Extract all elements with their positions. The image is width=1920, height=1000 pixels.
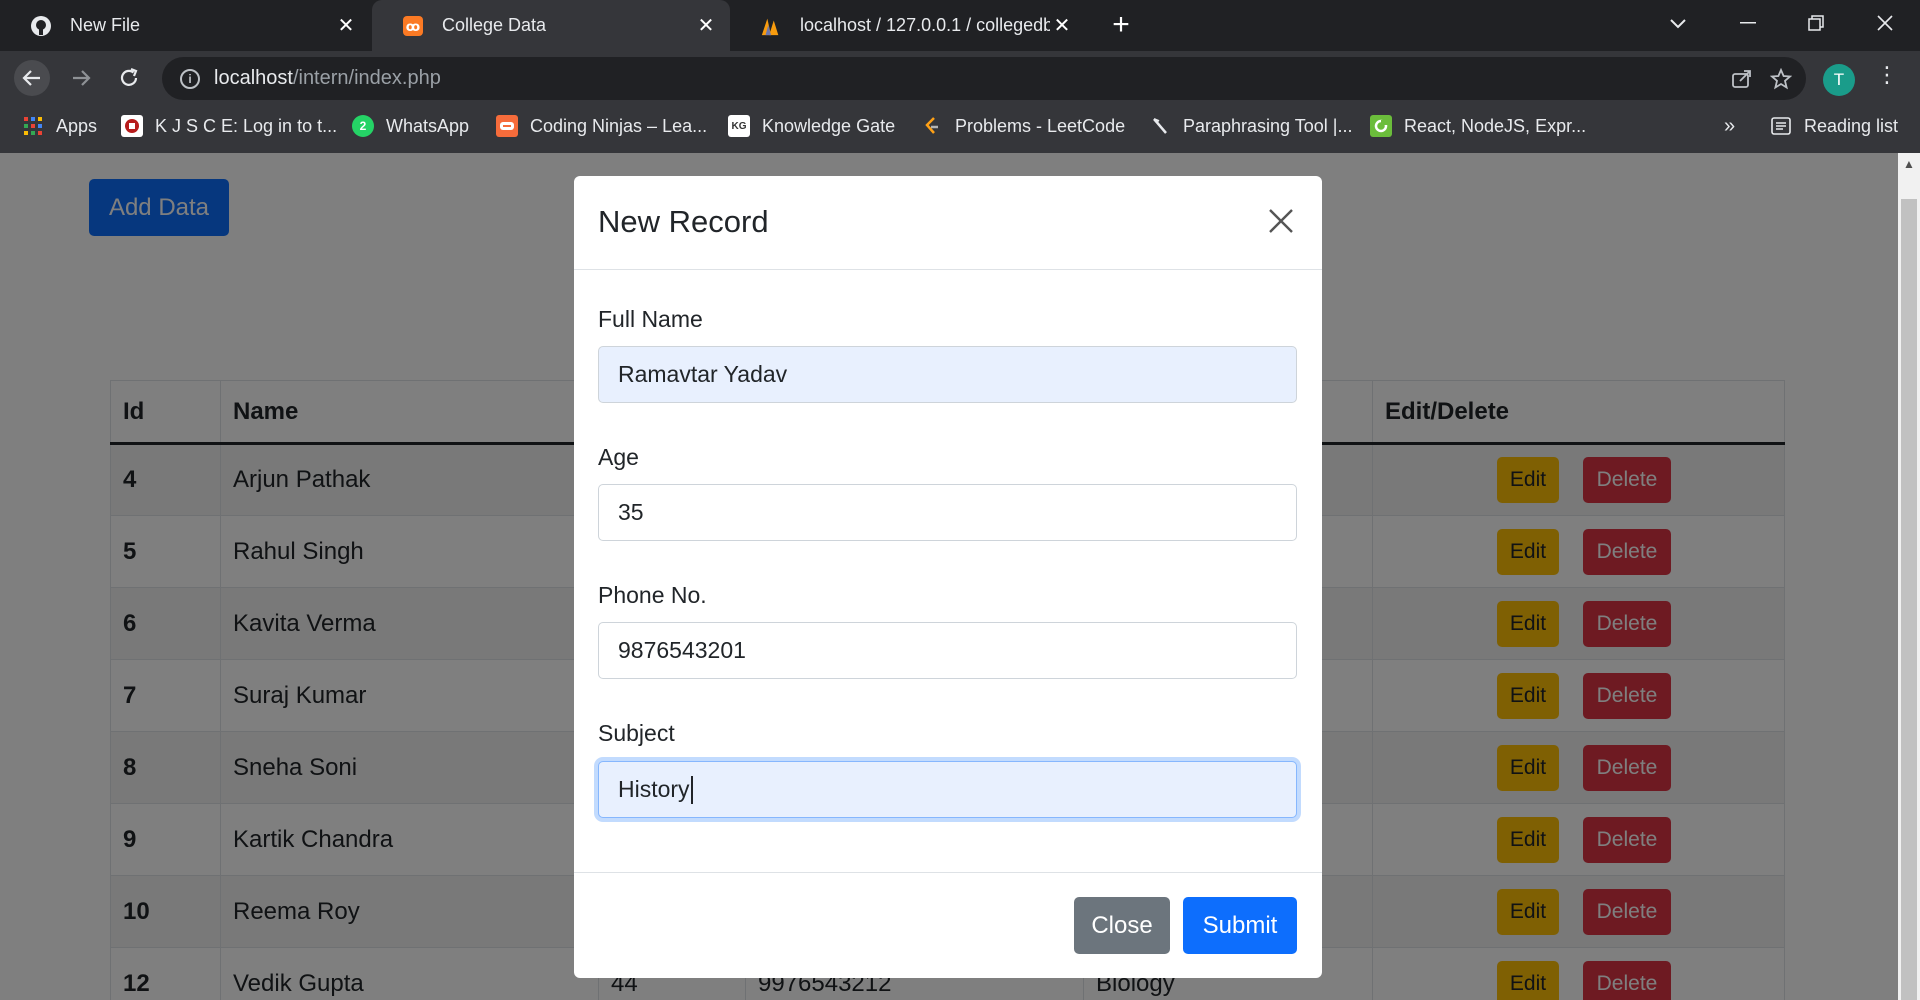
bookmark-label: Knowledge Gate	[762, 115, 896, 136]
tab-title: College Data	[442, 15, 547, 35]
bookmark-whatsapp[interactable]: 2 WhatsApp	[352, 106, 469, 146]
tab-phpmyadmin[interactable]: localhost / 127.0.0.1 / collegedb / ✕	[730, 0, 1086, 51]
xampp-icon: ꝏ	[402, 15, 424, 37]
apps-grid-icon	[22, 115, 44, 137]
bookmark-react-node[interactable]: React, NodeJS, Expr...	[1370, 106, 1586, 146]
bookmark-label: Problems - LeetCode	[955, 115, 1126, 136]
tab-new-file[interactable]: New File ✕	[0, 0, 370, 51]
bookmark-leetcode[interactable]: Problems - LeetCode	[921, 106, 1125, 146]
tab-title: New File	[70, 15, 141, 35]
bookmark-apps[interactable]: Apps	[22, 106, 97, 146]
age-field[interactable]: 35	[598, 484, 1297, 541]
reload-icon[interactable]	[111, 60, 147, 96]
scroll-thumb[interactable]	[1901, 199, 1917, 1000]
full-name-label: Full Name	[598, 306, 703, 332]
quill-icon	[1149, 115, 1171, 137]
close-icon[interactable]	[1264, 204, 1298, 238]
bookmark-paraphrasing-tool[interactable]: Paraphrasing Tool |...	[1149, 106, 1352, 146]
reading-list-label: Reading list	[1804, 115, 1899, 136]
vertical-scrollbar[interactable]: ▲	[1898, 153, 1920, 1000]
close-tab-icon[interactable]: ✕	[334, 14, 358, 38]
browser-tab-strip: New File ✕ ꝏ College Data ✕ localhost / …	[0, 0, 1920, 51]
bookmark-label: WhatsApp	[386, 115, 470, 136]
full-name-field[interactable]: Ramavtar Yadav	[598, 346, 1297, 403]
bookmarks-overflow[interactable]: »	[1724, 106, 1735, 146]
new-record-modal: New Record Full Name Ramavtar Yadav Age …	[574, 176, 1322, 978]
submit-button[interactable]: Submit	[1183, 897, 1297, 954]
text-caret	[690, 775, 693, 804]
modal-footer: Close Submit	[574, 872, 1322, 978]
url-text: localhost/intern/index.php	[214, 67, 441, 90]
close-tab-icon[interactable]: ✕	[694, 14, 718, 38]
close-tab-icon[interactable]: ✕	[1050, 14, 1074, 38]
subject-value: History	[618, 776, 690, 802]
close-button[interactable]: Close	[1074, 897, 1170, 954]
scroll-up-arrow-icon[interactable]: ▲	[1898, 157, 1920, 173]
bookmarks-bar: Apps K J S C E: Log in to t... 2 WhatsAp…	[0, 106, 1920, 153]
knowledge-gate-icon: KG	[728, 115, 750, 137]
subject-label: Subject	[598, 720, 675, 746]
phpmyadmin-icon	[760, 15, 782, 37]
bookmark-kjsce[interactable]: K J S C E: Log in to t...	[121, 106, 337, 146]
age-label: Age	[598, 444, 639, 470]
url-host: localhost	[214, 67, 293, 89]
browser-menu-icon[interactable]: ⋮	[1876, 62, 1898, 98]
bookmark-star-icon[interactable]	[1769, 67, 1793, 91]
share-icon[interactable]	[1730, 67, 1754, 91]
tab-college-data[interactable]: ꝏ College Data ✕	[372, 0, 730, 51]
modal-header: New Record	[574, 176, 1322, 270]
tab-title: localhost / 127.0.0.1 / collegedb /	[800, 15, 1050, 35]
bookmark-label: Apps	[56, 115, 98, 136]
bookmark-coding-ninjas[interactable]: Coding Ninjas – Lea...	[496, 106, 707, 146]
phone-label: Phone No.	[598, 582, 707, 608]
coding-ninjas-icon	[496, 115, 518, 137]
modal-title: New Record	[598, 204, 769, 239]
phone-field[interactable]: 9876543201	[598, 622, 1297, 679]
new-tab-plus-icon[interactable]: +	[1105, 10, 1137, 42]
url-path: /intern/index.php	[292, 67, 441, 89]
back-arrow-icon[interactable]	[14, 60, 50, 96]
subject-field[interactable]: History	[598, 761, 1297, 818]
profile-avatar[interactable]: T	[1823, 64, 1855, 96]
reading-list[interactable]: Reading list	[1770, 106, 1898, 146]
browser-toolbar: i localhost/intern/index.php	[0, 51, 1920, 106]
bookmark-label: Coding Ninjas – Lea...	[530, 115, 708, 136]
github-icon	[30, 15, 52, 37]
whatsapp-icon: 2	[352, 115, 374, 137]
restore-icon[interactable]	[1786, 0, 1846, 46]
close-window-icon[interactable]	[1855, 0, 1915, 46]
address-bar[interactable]: i localhost/intern/index.php	[162, 57, 1806, 100]
tab-search-chevron-icon[interactable]	[1648, 0, 1708, 46]
page-content: Add Data Id Name Edit/Delete 4Arjun Path…	[0, 153, 1898, 1000]
leetcode-icon	[921, 115, 943, 137]
site-info-icon[interactable]: i	[180, 68, 200, 89]
reading-list-icon	[1770, 115, 1792, 137]
kjsce-icon	[121, 115, 143, 137]
svg-text:ꝏ: ꝏ	[406, 20, 420, 35]
bookmark-label: React, NodeJS, Expr...	[1404, 115, 1587, 136]
minimize-icon[interactable]	[1718, 0, 1778, 46]
bookmark-label: K J S C E: Log in to t...	[155, 115, 338, 136]
forward-arrow-icon[interactable]	[63, 60, 99, 96]
bookmark-knowledge-gate[interactable]: KG Knowledge Gate	[728, 106, 895, 146]
bookmark-label: Paraphrasing Tool |...	[1183, 115, 1353, 136]
react-node-icon	[1370, 115, 1392, 137]
